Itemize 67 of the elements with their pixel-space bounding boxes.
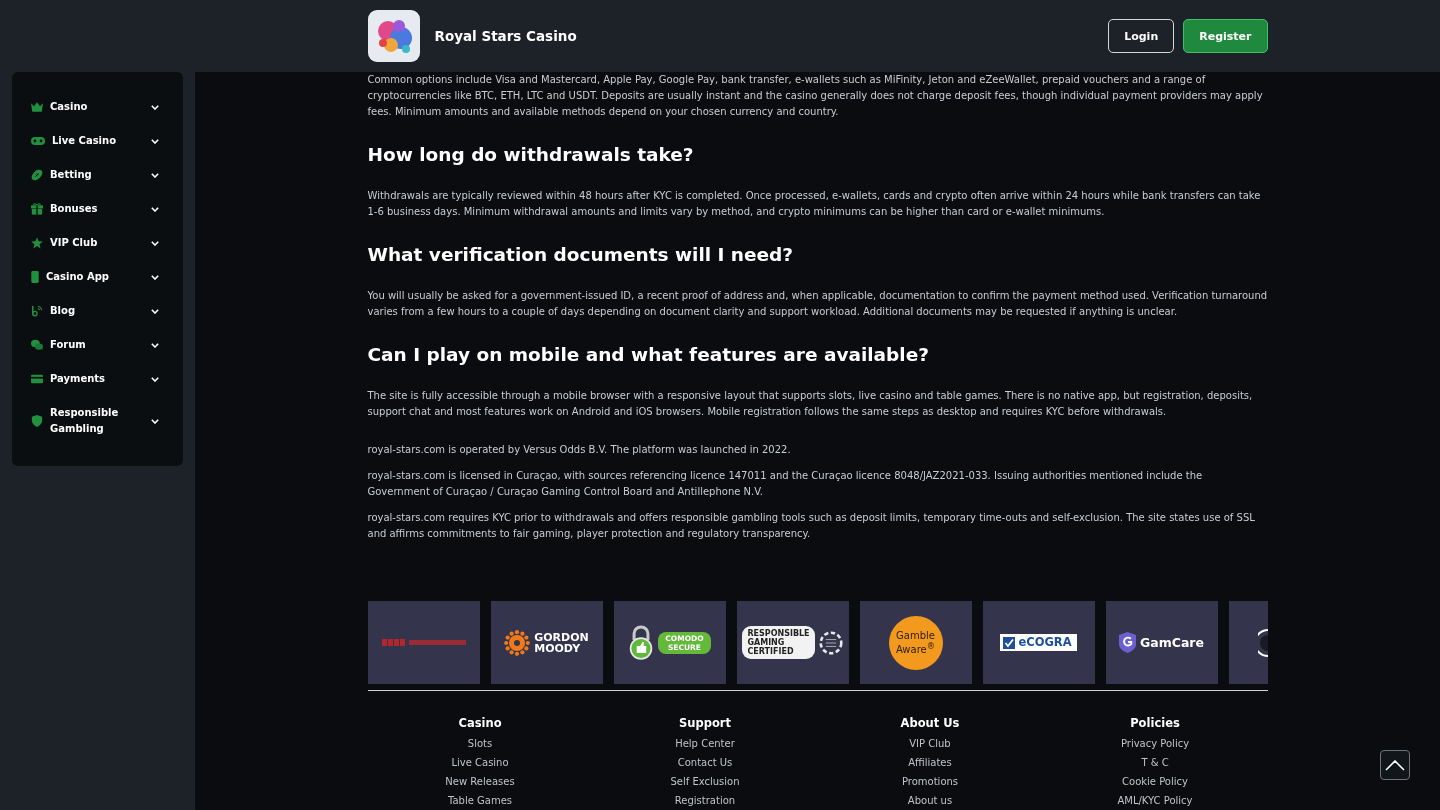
footer-link[interactable]: T & C — [1141, 753, 1169, 772]
section-heading: How long do withdrawals take? — [367, 143, 695, 167]
sidebar-item[interactable]: Live Casino — [31, 124, 159, 158]
footer-heading: Casino — [458, 715, 502, 731]
section-heading: Can I play on mobile and what features are available? — [367, 343, 930, 367]
crown-icon — [31, 101, 43, 113]
footer-link[interactable]: Slots — [467, 734, 493, 753]
chevron-up-icon — [1385, 759, 1405, 771]
logo-text: eCOGRA — [1018, 636, 1072, 649]
sidebar-item[interactable]: Payments — [31, 362, 159, 396]
paragraph: royal-stars.com requires KYC prior to withdrawals and offers responsible gambling tools such as deposit limits, temporary time-outs and self-exclusion. The site states use of SSL and affirms commitments to fair gaming, player protection and regulatory transparency. — [367, 511, 1256, 541]
app-logo-icon[interactable] — [367, 10, 420, 62]
sidebar-item[interactable]: Responsible Gambling — [31, 396, 159, 446]
paragraph: Common options include Visa and Mastercard, Apple Pay, Google Pay, bank transfer, e-wallets such as MiFinity, Jeton and eZeeWallet, prepaid vouchers and a range of cryptocurrencies like BTC, ETH, LTC and USDT. Deposits are usually instant and the casino generally does not charge deposit fees, though individual payment providers may apply fees. Minimum amounts and available methods depend on your chosen currency and country. — [367, 73, 1264, 119]
logo-text: RESPONSIBLE GAMING CERTIFIED — [742, 626, 815, 659]
shield-mark-icon — [1119, 632, 1136, 653]
sidebar-item[interactable]: Casino App — [31, 260, 159, 294]
footer-link[interactable]: New Releases — [445, 772, 515, 791]
padlock-icon — [628, 625, 655, 660]
footer-link[interactable]: VIP Club — [909, 734, 951, 753]
register-button[interactable]: Register — [1183, 19, 1268, 53]
footer-heading: Policies — [1130, 715, 1180, 731]
circle-logo-icon — [1257, 628, 1268, 657]
sidebar-item[interactable]: Bonuses — [31, 192, 159, 226]
footer-link[interactable]: Live Casino — [451, 753, 509, 772]
poker-chip-icon — [818, 630, 843, 655]
phone-icon — [31, 271, 39, 283]
footer-heading: About Us — [900, 715, 960, 731]
footer-link[interactable]: Contact Us — [677, 753, 733, 772]
shield-icon — [31, 415, 43, 427]
logo-text: GORDON MOODY — [534, 631, 589, 654]
football-icon — [31, 169, 43, 181]
footer-link[interactable]: Privacy Policy — [1120, 734, 1190, 753]
footer-link[interactable]: Cookie Policy — [1122, 772, 1188, 791]
wordmark-logo-icon — [381, 638, 466, 647]
footer-link[interactable]: Affiliates — [908, 753, 952, 772]
paragraph: royal-stars.com is licensed in Curaçao, with sources referencing licence 147011 and the Curaçao licence 8048/JAZ2021-033. Issuing authorities mentioned include the Government of Curaçao / Curaçao Gaming Control Board and Antillephone N.V. — [367, 469, 1204, 499]
paragraph: Withdrawals are typically reviewed within 48 hours after KYC is completed. Once processed, e-wallets, cards and crypto often arrive within 24 hours while bank transfers can take 1-6 business days. Minimum withdrawal amounts and limits vary by method, and crypto minimums can be higher than card or e-wallet minimums. — [367, 189, 1262, 219]
section-heading: What verification documents will I need? — [367, 243, 795, 267]
gift-icon — [31, 203, 43, 215]
sidebar-item[interactable]: VIP Club — [31, 226, 159, 260]
paragraph: royal-stars.com is operated by Versus Odds B.V. The platform was launched in 2022. — [367, 443, 792, 457]
footer-link[interactable]: Self Exclusion — [670, 772, 740, 791]
footer-link[interactable]: Promotions — [901, 772, 959, 791]
site-title[interactable]: Royal Stars Casino — [434, 28, 577, 44]
footer-link[interactable]: Table Games — [448, 791, 512, 810]
sunburst-icon — [504, 629, 531, 656]
footer-link[interactable]: AML/KYC Policy — [1117, 791, 1193, 810]
card-icon — [31, 373, 43, 385]
star-icon — [31, 237, 43, 249]
scroll-top-button[interactable] — [1380, 750, 1410, 780]
sidebar-item[interactable]: Casino — [31, 90, 159, 124]
login-button[interactable]: Login — [1108, 19, 1175, 53]
sidebar-item[interactable]: Forum — [31, 328, 159, 362]
footer-link[interactable]: About us — [907, 791, 953, 810]
footer-link[interactable]: Registration — [674, 791, 736, 810]
paragraph: The site is fully accessible through a mobile browser with a responsive layout that supports slots, live casino and table games. There is no native app, but registration, deposits, support chat and most features work on Android and iOS browsers. Mobile registration follows the same steps as desktop and requires KYC before withdrawals. — [367, 389, 1254, 419]
footer-heading: Support — [679, 715, 731, 731]
paragraph: You will usually be asked for a government-issued ID, a recent proof of address and, when applicable, documentation to confirm the payment method used. Verification turnaround varies from a few hours to a couple of days depending on document clarity and support workload. Additional documents may be requested if anything is unclear. — [367, 289, 1268, 319]
sidebar-item[interactable]: Betting — [31, 158, 159, 192]
letter-b-waves-icon — [31, 305, 43, 317]
logo-disc: Gamble Aware$^{®}$ — [888, 615, 943, 670]
footer-link[interactable]: Help Center — [675, 734, 735, 753]
sidebar-item[interactable]: Blog — [31, 294, 159, 328]
logo-text: GamCare — [1140, 635, 1204, 650]
chat-bubbles-icon — [31, 339, 43, 351]
gamepad-icon — [31, 137, 45, 145]
